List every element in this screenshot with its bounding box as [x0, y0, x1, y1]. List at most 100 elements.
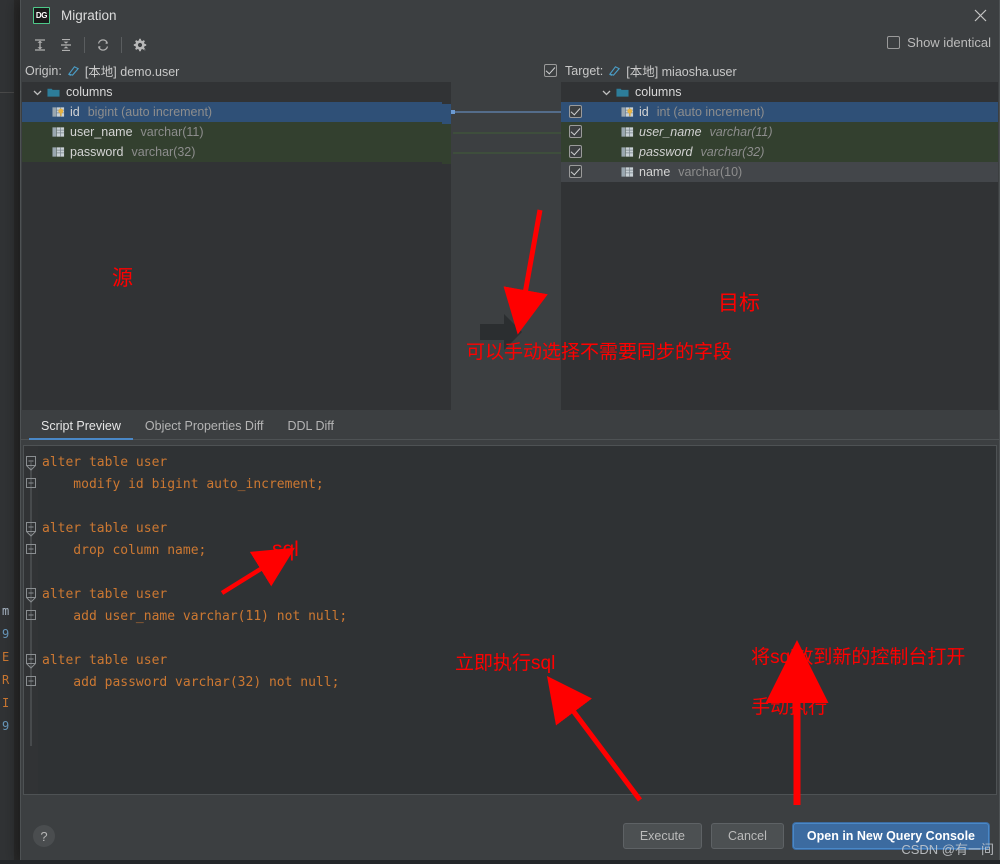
row-sync-checkbox[interactable]: [569, 105, 582, 118]
sql-stmt-head: alter table user: [42, 455, 168, 470]
datagrip-logo-icon: DG: [33, 6, 50, 24]
settings-gear-icon[interactable]: [127, 33, 153, 57]
tree-node-columns[interactable]: columns: [22, 82, 442, 102]
column-name: id: [70, 105, 80, 119]
chevron-down-icon: [33, 90, 42, 95]
origin-pane[interactable]: columns id bigint (auto increment) user_…: [22, 82, 442, 410]
target-pane[interactable]: columns id int (auto increment) user_nam…: [561, 82, 998, 410]
expand-all-icon[interactable]: [27, 33, 53, 57]
tab-label: Script Preview: [41, 419, 121, 433]
refresh-icon[interactable]: [90, 33, 116, 57]
origin-label: Origin:: [25, 63, 62, 78]
connector-lines: [442, 82, 561, 410]
sql-stmt-body: add user_name varchar(11) not null;: [42, 609, 348, 624]
open-in-new-query-console-button[interactable]: Open in New Query Console: [792, 823, 989, 849]
folder-icon: [616, 88, 629, 97]
editor-gutter: [24, 446, 38, 794]
column-type: bigint (auto increment): [87, 105, 213, 119]
column-icon: [621, 127, 634, 137]
sql-stmt-head: alter table user: [42, 653, 168, 668]
origin-value: [本地] demo.user: [84, 65, 180, 79]
screen-root: m 9 E R I 9 DG Migration Show identical …: [0, 0, 1000, 864]
column-name: user_name: [639, 125, 702, 139]
dialog-footer: ? Execute Cancel Open in New Query Conso…: [21, 815, 999, 863]
target-value: [本地] miaosha.user: [626, 65, 737, 79]
bg-token-1: 9: [2, 627, 10, 641]
row-sync-checkbox[interactable]: [569, 165, 582, 178]
primary-key-column-icon: [52, 107, 65, 117]
column-icon: [621, 167, 634, 177]
row-sync-checkbox[interactable]: [569, 145, 582, 158]
table-row[interactable]: id int (auto increment): [561, 102, 998, 122]
diff-panes: columns id bigint (auto increment) user_…: [22, 82, 998, 410]
target-enabled-checkbox[interactable]: [544, 64, 557, 77]
column-type: varchar(10): [678, 165, 743, 179]
column-name: password: [639, 145, 693, 159]
editor-code[interactable]: alter table user modify id bigint auto_i…: [38, 446, 996, 694]
sql-stmt-body: drop column name;: [42, 543, 207, 558]
tab-label: DDL Diff: [287, 419, 335, 433]
show-identical-label: Show identical: [907, 35, 991, 50]
background-code-tokens: m 9 E R I 9: [2, 600, 18, 738]
table-row[interactable]: user_name varchar(11): [22, 122, 442, 142]
table-row[interactable]: password varchar(32): [22, 142, 442, 162]
column-type: varchar(11): [140, 125, 204, 139]
help-icon[interactable]: ?: [33, 825, 55, 847]
sql-stmt-body: add password varchar(32) not null;: [42, 675, 340, 690]
toolbar-separator-2: [121, 37, 122, 53]
show-identical-checkbox[interactable]: [887, 36, 901, 49]
column-type: varchar(11): [709, 125, 773, 139]
tree-node-columns[interactable]: columns: [561, 82, 998, 102]
table-row[interactable]: password varchar(32): [561, 142, 998, 162]
collapse-all-icon[interactable]: [53, 33, 79, 57]
show-identical-toggle[interactable]: Show identical: [887, 35, 991, 50]
connection-icon: [67, 66, 79, 77]
bg-token-2: E: [2, 650, 10, 664]
column-icon: [621, 147, 634, 157]
dialog-title-bar: DG Migration: [21, 0, 999, 30]
bg-token-0: m: [2, 604, 10, 618]
background-caret-line: [0, 92, 14, 93]
column-name: user_name: [70, 125, 133, 139]
tree-node-label: columns: [66, 85, 113, 99]
column-name: id: [639, 105, 649, 119]
bottom-bar: [0, 860, 1000, 864]
table-row[interactable]: user_name varchar(11): [561, 122, 998, 142]
row-sync-checkbox[interactable]: [569, 125, 582, 138]
migration-dialog: DG Migration Show identical Origin: [本地]…: [20, 0, 1000, 864]
target-label: Target:: [565, 63, 604, 78]
sql-stmt-body: modify id bigint auto_increment;: [42, 477, 324, 492]
tab-label: Object Properties Diff: [144, 419, 264, 433]
execute-button[interactable]: Execute: [622, 823, 702, 849]
toolbar-separator-1: [84, 37, 85, 53]
column-name: password: [70, 145, 124, 159]
column-type: int (auto increment): [656, 105, 765, 119]
dialog-title: Migration: [61, 7, 117, 23]
path-row: Origin: [本地] demo.user Target: [本地] miao…: [21, 60, 999, 82]
table-row[interactable]: name varchar(10): [561, 162, 998, 182]
folder-icon: [47, 88, 60, 97]
sql-stmt-head: alter table user: [42, 521, 168, 536]
column-type: varchar(32): [131, 145, 196, 159]
tab-object-properties-diff[interactable]: Object Properties Diff: [133, 415, 276, 439]
bg-token-3: R: [2, 673, 10, 687]
preview-tabs: Script Preview Object Properties Diff DD…: [21, 410, 999, 440]
script-preview-editor[interactable]: alter table user modify id bigint auto_i…: [23, 445, 997, 795]
close-icon[interactable]: [967, 4, 993, 26]
diff-connector-pane: [442, 82, 561, 410]
connection-icon: [609, 66, 621, 77]
tree-node-label: columns: [635, 85, 682, 99]
cancel-button[interactable]: Cancel: [710, 823, 784, 849]
table-row[interactable]: id bigint (auto increment): [22, 102, 442, 122]
dialog-toolbar: Show identical: [21, 30, 999, 60]
dialog-button-bar: Execute Cancel Open in New Query Console: [622, 823, 989, 849]
column-icon: [52, 127, 65, 137]
primary-key-column-icon: [621, 107, 634, 117]
bg-token-5: 9: [2, 719, 10, 733]
bg-token-4: I: [2, 696, 10, 710]
tab-script-preview[interactable]: Script Preview: [29, 415, 133, 440]
column-type: varchar(32): [700, 145, 765, 159]
origin-path: Origin: [本地] demo.user: [25, 61, 179, 80]
tab-ddl-diff[interactable]: DDL Diff: [275, 415, 346, 439]
target-path: Target: [本地] miaosha.user: [544, 61, 737, 80]
